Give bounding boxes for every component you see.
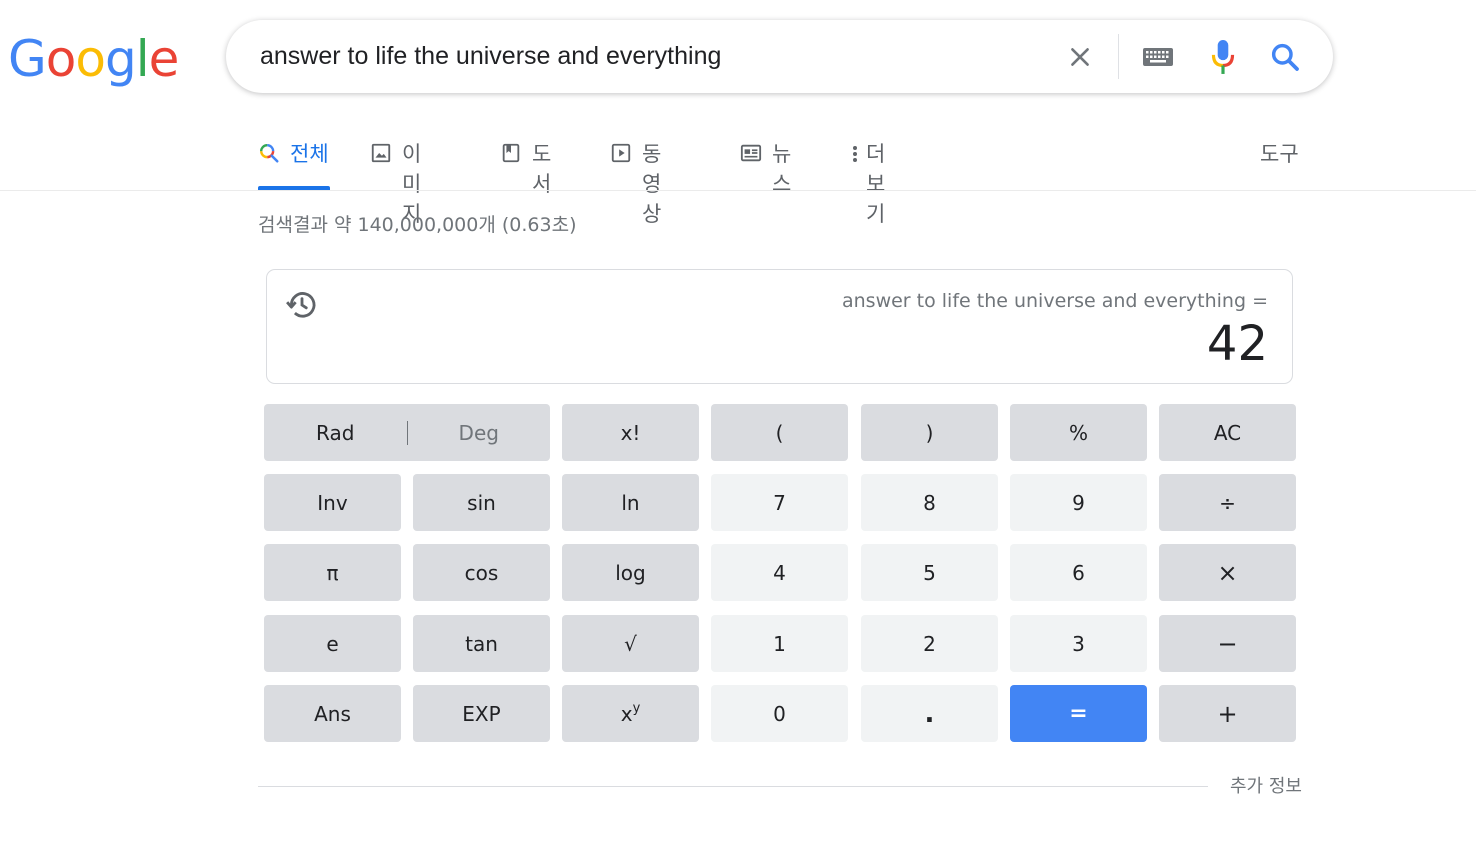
decimal-key[interactable]: . (861, 685, 998, 742)
calculator-display: answer to life the universe and everythi… (266, 269, 1293, 384)
tab-label: 전체 (290, 142, 329, 166)
calc-result: 42 (1206, 316, 1268, 372)
voice-search-button[interactable] (1204, 38, 1242, 76)
inverse-key[interactable]: Inv (264, 474, 401, 531)
book-icon (500, 142, 522, 164)
google-logo[interactable]: Google (8, 30, 180, 88)
tab-label: 동영상 (642, 142, 662, 226)
digit-6-key[interactable]: 6 (1010, 544, 1147, 601)
digit-0-key[interactable]: 0 (711, 685, 848, 742)
more-vert-icon (852, 142, 858, 164)
image-icon (370, 142, 392, 164)
digit-3-key[interactable]: 3 (1010, 615, 1147, 672)
calculator-keypad: Rad Deg x! ( ) % AC Inv sin ln 7 8 9 ÷ π… (264, 404, 1296, 744)
tab-more[interactable]: 더보기 (852, 130, 887, 226)
equals-key[interactable]: = (1010, 685, 1147, 742)
keyboard-icon (1143, 48, 1173, 66)
answer-key[interactable]: Ans (264, 685, 401, 742)
percent-key[interactable]: % (1010, 404, 1147, 461)
exp-key[interactable]: EXP (413, 685, 550, 742)
plus-key[interactable]: + (1159, 685, 1296, 742)
minus-key[interactable]: − (1159, 615, 1296, 672)
video-icon (610, 142, 632, 164)
history-button[interactable] (285, 288, 319, 322)
tab-videos[interactable]: 동영상 (610, 130, 661, 226)
search-input[interactable] (260, 20, 1020, 93)
log-key[interactable]: log (562, 544, 699, 601)
open-paren-key[interactable]: ( (711, 404, 848, 461)
search-icon (258, 142, 280, 164)
divide-key[interactable]: ÷ (1159, 474, 1296, 531)
power-base: x (620, 701, 633, 726)
deg-option[interactable]: Deg (408, 421, 551, 445)
logo-letter: l (135, 30, 150, 88)
tab-news[interactable]: 뉴스 (740, 130, 791, 196)
digit-9-key[interactable]: 9 (1010, 474, 1147, 531)
cos-key[interactable]: cos (413, 544, 550, 601)
tab-label: 도서 (532, 142, 552, 196)
history-icon (286, 292, 316, 318)
digit-7-key[interactable]: 7 (711, 474, 848, 531)
digit-4-key[interactable]: 4 (711, 544, 848, 601)
multiply-key[interactable]: × (1159, 544, 1296, 601)
all-clear-key[interactable]: AC (1159, 404, 1296, 461)
power-key[interactable]: xy (562, 685, 699, 742)
digit-1-key[interactable]: 1 (711, 615, 848, 672)
tab-all[interactable]: 전체 (258, 130, 330, 190)
pi-key[interactable]: π (264, 544, 401, 601)
logo-letter: o (75, 30, 106, 88)
euler-key[interactable]: e (264, 615, 401, 672)
ln-key[interactable]: ln (562, 474, 699, 531)
tab-label: 뉴스 (772, 142, 792, 196)
keyboard-button[interactable] (1139, 38, 1177, 76)
digit-5-key[interactable]: 5 (861, 544, 998, 601)
tab-books[interactable]: 도서 (500, 130, 551, 196)
more-info-link[interactable]: 추가 정보 (1230, 772, 1302, 798)
search-button[interactable] (1266, 38, 1304, 76)
close-paren-key[interactable]: ) (861, 404, 998, 461)
rad-option[interactable]: Rad (264, 421, 407, 445)
news-icon (740, 142, 762, 164)
sqrt-key[interactable]: √ (562, 615, 699, 672)
digit-8-key[interactable]: 8 (861, 474, 998, 531)
search-box (226, 20, 1333, 93)
tab-label: 더보기 (866, 142, 886, 226)
clear-button[interactable] (1061, 38, 1099, 76)
logo-letter: g (104, 30, 137, 88)
tabs-divider (0, 190, 1476, 191)
tan-key[interactable]: tan (413, 615, 550, 672)
microphone-icon (1211, 40, 1235, 74)
tools-button[interactable]: 도구 (1260, 138, 1299, 168)
calc-expression: answer to life the universe and everythi… (841, 290, 1268, 312)
close-icon (1071, 48, 1089, 66)
result-stats: 검색결과 약 140,000,000개 (0.63초) (258, 214, 577, 236)
tab-images[interactable]: 이미지 (370, 130, 421, 226)
logo-letter: o (45, 30, 77, 88)
more-info-divider (258, 786, 1208, 787)
search-icon (1271, 43, 1299, 71)
sin-key[interactable]: sin (413, 474, 550, 531)
rad-deg-toggle[interactable]: Rad Deg (264, 404, 550, 461)
logo-letter: G (8, 30, 47, 88)
factorial-key[interactable]: x! (562, 404, 699, 461)
digit-2-key[interactable]: 2 (861, 615, 998, 672)
power-exponent: y (632, 701, 641, 716)
logo-letter: e (148, 30, 180, 88)
search-divider (1118, 34, 1119, 79)
